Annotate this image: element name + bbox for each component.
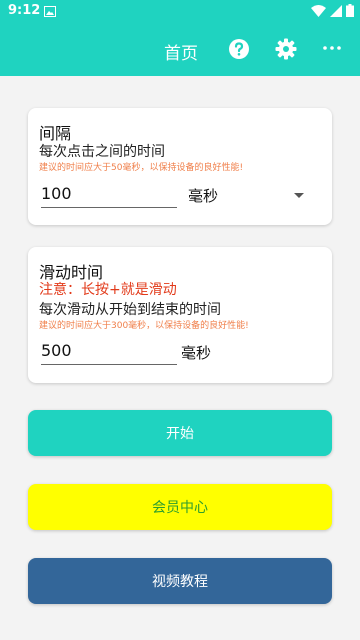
wifi-icon bbox=[311, 4, 326, 17]
image-notification-icon bbox=[44, 6, 56, 17]
gear-icon[interactable] bbox=[275, 38, 297, 60]
battery-icon bbox=[346, 4, 354, 17]
interval-card: 间隔 每次点击之间的时间 建议的时间应大于50毫秒，以保持设备的良好性能! 10… bbox=[28, 108, 332, 225]
video-tutorial-button[interactable]: 视频教程 bbox=[28, 558, 332, 604]
status-bar: 9:12 bbox=[0, 0, 360, 24]
vip-center-button[interactable]: 会员中心 bbox=[28, 484, 332, 530]
status-time: 9:12 bbox=[8, 3, 41, 18]
page-title[interactable]: 首页 bbox=[164, 39, 198, 64]
help-icon[interactable] bbox=[228, 38, 250, 60]
app-bar: 首页 bbox=[0, 24, 360, 76]
status-icons bbox=[311, 4, 354, 17]
chevron-down-icon[interactable] bbox=[294, 193, 304, 198]
swipe-input[interactable]: 500 bbox=[41, 341, 177, 365]
signal-icon bbox=[330, 4, 342, 17]
more-icon[interactable] bbox=[321, 37, 343, 59]
interval-desc: 每次点击之间的时间 bbox=[39, 144, 165, 160]
start-button[interactable]: 开始 bbox=[28, 410, 332, 456]
interval-unit-select[interactable]: 毫秒 bbox=[188, 185, 218, 206]
swipe-warning: 注意：长按+就是滑动 bbox=[39, 282, 177, 298]
interval-hint: 建议的时间应大于50毫秒，以保持设备的良好性能! bbox=[39, 163, 244, 173]
swipe-unit: 毫秒 bbox=[181, 344, 212, 362]
swipe-desc: 每次滑动从开始到结束的时间 bbox=[39, 302, 221, 318]
swipe-card: 滑动时间 注意：长按+就是滑动 每次滑动从开始到结束的时间 建议的时间应大于30… bbox=[28, 247, 332, 383]
interval-input[interactable]: 100 bbox=[41, 184, 177, 208]
swipe-hint: 建议的时间应大于300毫秒，以保持设备的良好性能! bbox=[39, 321, 249, 331]
